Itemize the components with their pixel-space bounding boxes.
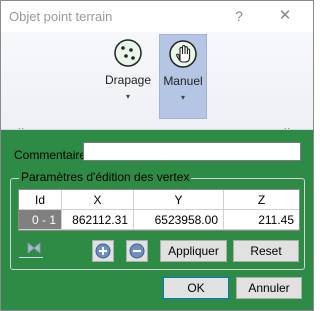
drapage-button[interactable]: Drapage ▾ [103,34,153,119]
minus-circle-icon [129,243,145,259]
dialog-window: Objet point terrain ? ✕ Drapage ▾ Manuel… [0,0,314,311]
ok-button[interactable]: OK [163,277,229,299]
hand-cursor-icon [169,40,197,68]
vertex-params-title: Paramètres d'édition des vertex [19,170,192,184]
x-cell[interactable]: 862112.31 [62,210,134,230]
column-header-y[interactable]: Y [134,190,224,210]
manuel-label: Manuel [163,74,203,88]
cancel-button[interactable]: Annuler [236,277,302,299]
comment-input[interactable] [83,142,301,161]
column-header-z[interactable]: Z [224,190,299,210]
help-button[interactable]: ? [227,4,251,28]
plus-circle-icon [95,243,111,259]
manuel-button[interactable]: Manuel ▾ [159,34,207,119]
chevron-down-icon: ▾ [125,92,130,101]
y-cell[interactable]: 6523958.00 [134,210,224,230]
apply-button[interactable]: Appliquer [160,240,227,262]
bowtie-underline [19,257,43,258]
vertex-grid[interactable]: Id X Y Z 0 - 1 862112.31 6523958.00 211.… [18,189,300,231]
z-cell[interactable]: 211.45 [224,210,299,230]
window-title: Objet point terrain [9,9,113,24]
dots-circle-icon [114,39,142,67]
remove-vertex-button[interactable] [126,240,148,262]
title-bar: Objet point terrain ? ✕ [1,1,313,32]
row-id-cell[interactable]: 0 - 1 [19,210,62,230]
add-vertex-button[interactable] [92,240,114,262]
comment-label: Commentaire [14,148,87,162]
ribbon-toolbar: Drapage ▾ Manuel ▾ .. .. [1,32,313,131]
column-header-id[interactable]: Id [19,190,62,210]
column-header-x[interactable]: X [62,190,134,210]
drapage-label: Drapage [104,73,152,87]
close-button[interactable]: ✕ [271,4,299,28]
bowtie-icon[interactable] [22,240,46,256]
reset-button[interactable]: Reset [233,240,299,262]
chevron-down-icon: ▾ [180,93,185,102]
